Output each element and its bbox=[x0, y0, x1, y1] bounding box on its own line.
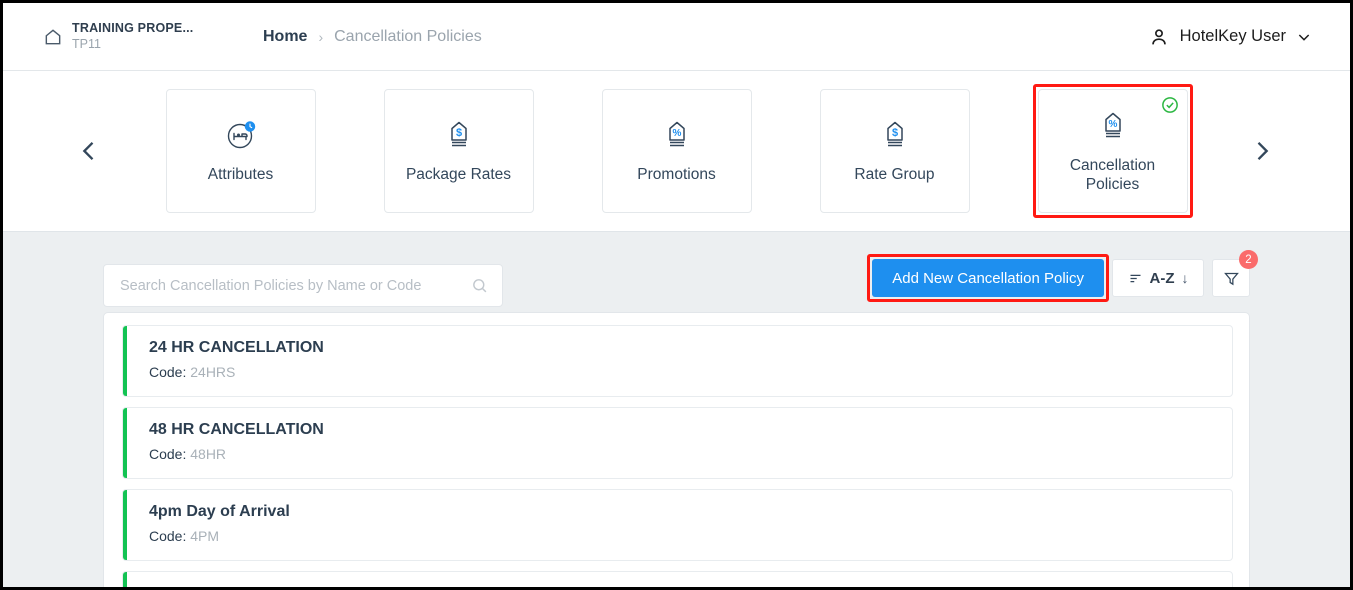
module-tiles: Attributes $ Package Rates bbox=[166, 89, 1188, 213]
bed-clock-icon bbox=[223, 117, 259, 153]
row-status-accent bbox=[123, 326, 127, 396]
row-status-accent bbox=[123, 408, 127, 478]
code-label: Code: bbox=[149, 446, 186, 462]
toolbar-actions: Add New Cancellation Policy A-Z ↓ 2 bbox=[872, 259, 1250, 297]
property-code: TP11 bbox=[72, 37, 193, 53]
module-carousel: Attributes $ Package Rates bbox=[3, 71, 1350, 232]
chevron-right-icon[interactable] bbox=[1248, 137, 1276, 165]
tile-promotions[interactable]: % Promotions bbox=[602, 89, 752, 213]
policy-name: 4pm Day of Arrival bbox=[149, 503, 1232, 521]
tile-cancellation-policies[interactable]: % Cancellation Policies bbox=[1038, 89, 1188, 213]
tile-label: Cancellation Policies bbox=[1053, 157, 1173, 195]
property-text: TRAINING PROPE... TP11 bbox=[72, 21, 193, 52]
breadcrumb-separator-icon: › bbox=[318, 29, 323, 45]
tile-label: Attributes bbox=[208, 166, 273, 185]
tile-attributes[interactable]: Attributes bbox=[166, 89, 316, 213]
check-circle-icon bbox=[1161, 96, 1179, 114]
table-row[interactable] bbox=[122, 571, 1233, 590]
user-name: HotelKey User bbox=[1180, 27, 1286, 46]
row-status-accent bbox=[123, 490, 127, 560]
sort-label: A-Z bbox=[1150, 270, 1175, 287]
filter-count-badge: 2 bbox=[1239, 250, 1258, 269]
svg-text:$: $ bbox=[891, 127, 897, 139]
chevron-left-icon[interactable] bbox=[75, 137, 103, 165]
policy-name: 24 HR CANCELLATION bbox=[149, 339, 1232, 357]
code-value: 48HR bbox=[190, 446, 226, 462]
dollar-tag-icon: $ bbox=[880, 117, 910, 153]
code-label: Code: bbox=[149, 364, 186, 380]
filter-button[interactable]: 2 bbox=[1212, 259, 1250, 297]
user-menu[interactable]: HotelKey User bbox=[1148, 26, 1312, 48]
breadcrumb-home[interactable]: Home bbox=[263, 28, 307, 46]
dollar-tag-icon: $ bbox=[444, 117, 474, 153]
tile-label: Package Rates bbox=[406, 166, 511, 185]
person-icon bbox=[1148, 26, 1170, 48]
search-input[interactable] bbox=[120, 278, 471, 294]
tile-rate-group[interactable]: $ Rate Group bbox=[820, 89, 970, 213]
search-box[interactable] bbox=[103, 264, 503, 307]
percent-tag-icon: % bbox=[1098, 108, 1128, 144]
tile-package-rates[interactable]: $ Package Rates bbox=[384, 89, 534, 213]
policy-code: Code: 4PM bbox=[149, 528, 1232, 544]
sort-lines-icon bbox=[1128, 271, 1143, 286]
list-toolbar: Add New Cancellation Policy A-Z ↓ 2 bbox=[103, 232, 1250, 312]
policy-name: 48 HR CANCELLATION bbox=[149, 421, 1232, 439]
row-status-accent bbox=[123, 572, 127, 590]
percent-tag-icon: % bbox=[662, 117, 692, 153]
sort-button[interactable]: A-Z ↓ bbox=[1112, 259, 1204, 297]
tile-label: Promotions bbox=[637, 166, 715, 185]
svg-text:$: $ bbox=[455, 127, 461, 139]
add-new-cancellation-policy-button[interactable]: Add New Cancellation Policy bbox=[872, 259, 1104, 297]
tile-label: Rate Group bbox=[854, 166, 934, 185]
chevron-down-icon[interactable] bbox=[1296, 29, 1312, 45]
policy-code: Code: 24HRS bbox=[149, 364, 1232, 380]
sort-direction-icon: ↓ bbox=[1182, 270, 1189, 286]
app-window: TRAINING PROPE... TP11 Home › Cancellati… bbox=[0, 0, 1353, 590]
code-value: 24HRS bbox=[190, 364, 235, 380]
add-policy-wrapper: Add New Cancellation Policy bbox=[872, 259, 1104, 297]
top-bar: TRAINING PROPE... TP11 Home › Cancellati… bbox=[3, 3, 1350, 71]
policy-code: Code: 48HR bbox=[149, 446, 1232, 462]
main-content: Add New Cancellation Policy A-Z ↓ 2 bbox=[3, 232, 1350, 587]
table-row[interactable]: 24 HR CANCELLATION Code: 24HRS bbox=[122, 325, 1233, 397]
svg-text:%: % bbox=[1108, 119, 1117, 130]
table-row[interactable]: 48 HR CANCELLATION Code: 48HR bbox=[122, 407, 1233, 479]
funnel-icon bbox=[1223, 270, 1240, 287]
policy-list-panel: 24 HR CANCELLATION Code: 24HRS 48 HR CAN… bbox=[103, 312, 1250, 590]
property-selector[interactable]: TRAINING PROPE... TP11 bbox=[3, 21, 253, 52]
search-icon[interactable] bbox=[471, 277, 488, 294]
breadcrumb-current: Cancellation Policies bbox=[334, 28, 482, 46]
house-icon bbox=[43, 27, 63, 47]
svg-text:%: % bbox=[672, 128, 681, 139]
property-name: TRAINING PROPE... bbox=[72, 21, 193, 37]
table-row[interactable]: 4pm Day of Arrival Code: 4PM bbox=[122, 489, 1233, 561]
code-value: 4PM bbox=[190, 528, 219, 544]
code-label: Code: bbox=[149, 528, 186, 544]
breadcrumb: Home › Cancellation Policies bbox=[263, 28, 482, 46]
